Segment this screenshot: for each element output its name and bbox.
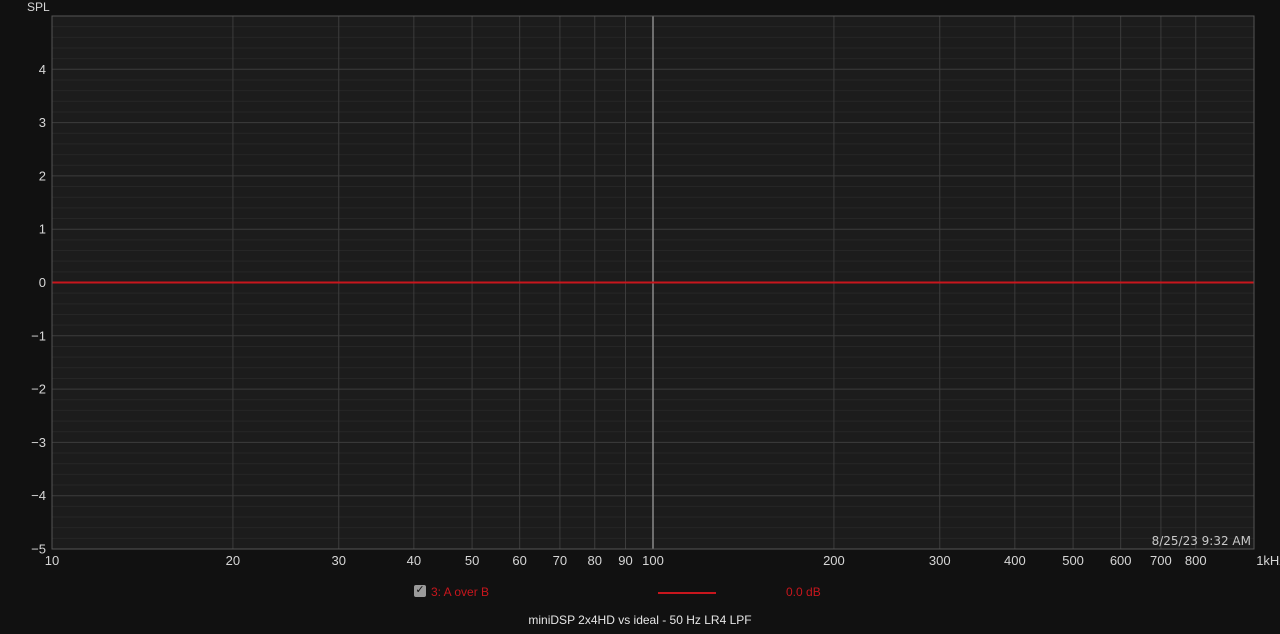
x-tick-label: 40 [407, 553, 421, 568]
y-tick-label: −5 [31, 542, 46, 557]
y-tick-label: 2 [39, 168, 46, 183]
x-tick-label: 50 [465, 553, 479, 568]
y-tick-label: 4 [39, 62, 46, 77]
x-tick-label: 100 [642, 553, 664, 568]
x-tick-label: 200 [823, 553, 845, 568]
y-axis-tick-labels: 4 3 2 1 0 −1 −2 −3 −4 −5 [31, 62, 46, 557]
x-tick-label: 90 [618, 553, 632, 568]
legend: ✓ 3: A over B 0.0 dB [412, 583, 872, 602]
y-tick-label: −4 [31, 488, 46, 503]
y-tick-label: −3 [31, 435, 46, 450]
y-tick-label: 0 [39, 275, 46, 290]
y-tick-label: 3 [39, 115, 46, 130]
legend-series-value: 0.0 dB [786, 585, 821, 599]
checkmark-icon: ✓ [415, 583, 425, 596]
x-tick-label: 10 [45, 553, 59, 568]
x-tick-label: 600 [1110, 553, 1132, 568]
x-tick-label: 500 [1062, 553, 1084, 568]
x-tick-label: 400 [1004, 553, 1026, 568]
y-axis-unit-label: SPL [27, 0, 50, 14]
x-tick-label: 800 [1185, 553, 1207, 568]
legend-series-name: 3: A over B [431, 585, 490, 599]
x-tick-label: 20 [226, 553, 240, 568]
series-visibility-checkbox[interactable]: ✓ [414, 583, 426, 597]
x-tick-label: 60 [512, 553, 526, 568]
x-tick-label: 1kHz [1256, 553, 1280, 568]
x-tick-label: 30 [332, 553, 346, 568]
y-tick-label: −2 [31, 382, 46, 397]
x-tick-label: 80 [588, 553, 602, 568]
legend-line-swatch [658, 592, 716, 594]
y-tick-label: −1 [31, 328, 46, 343]
x-tick-label: 70 [553, 553, 567, 568]
x-tick-label: 700 [1150, 553, 1172, 568]
timestamp-label: 8/25/23 9:32 AM [1152, 534, 1251, 548]
x-tick-label: 300 [929, 553, 951, 568]
spl-chart: 10 20 30 40 50 60 70 80 90 100 200 300 400 500 600 700 8… [27, 0, 1280, 568]
chart-caption: miniDSP 2x4HD vs ideal - 50 Hz LR4 LPF [528, 613, 752, 627]
y-tick-label: 1 [39, 222, 46, 237]
x-axis-tick-labels: 10 20 30 40 50 60 70 80 90 100 200 300 400 500 600 700 8… [45, 553, 1280, 568]
